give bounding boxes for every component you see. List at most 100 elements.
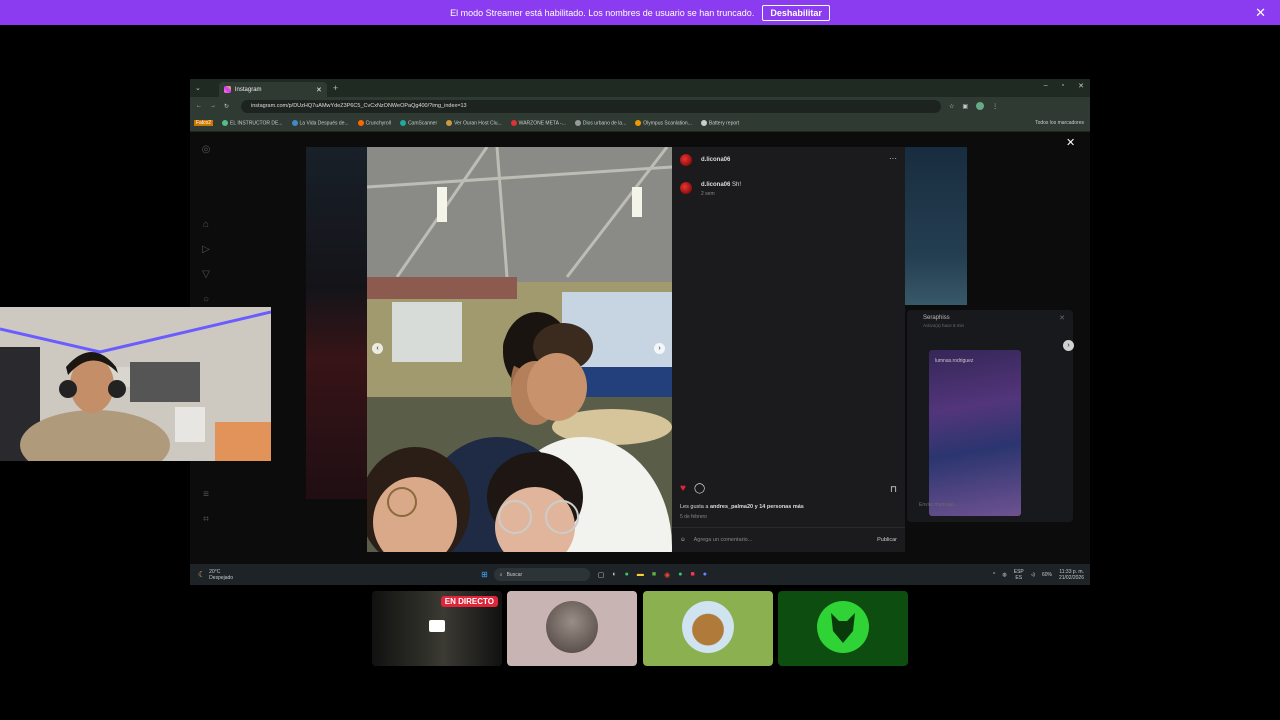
url-field[interactable]: instagram.com/p/DUzHQ7uAMwYdeZ3P6C5_CvCx… [241,99,942,113]
post-username[interactable]: d.licona06 [701,157,730,163]
bookmark-item[interactable]: Ver Ouran Host Clu... [446,119,502,126]
caption-username[interactable]: d.licona06 [701,182,730,188]
task-view-icon[interactable]: ▢ [598,571,605,579]
close-icon[interactable]: ✕ [1255,5,1266,21]
disable-streamer-mode-button[interactable]: Deshabilitar [762,4,830,21]
tray-chevron-icon[interactable]: ^ [993,572,995,578]
dm-name[interactable]: Seraphiss [923,315,950,321]
post-date: 5 de febrero [680,514,707,520]
post-header: d.licona06 [680,154,730,166]
shared-user: lumnas.rodriguez [935,358,974,364]
send-icon[interactable]: ▽ [202,269,210,280]
menu-icon[interactable]: ⋮ [992,103,998,110]
maximize-icon[interactable]: ▫ [1062,82,1064,90]
participant-tile-user2[interactable] [507,591,637,666]
shared-screen: ⌄ Instagram ✕ + – ▫ ✕ ← → ↻ instagram.co… [190,79,1090,585]
avatar[interactable] [680,182,692,194]
music-icon[interactable]: ■ [690,571,694,579]
spotify-icon[interactable]: ● [678,571,682,579]
publish-button[interactable]: Publicar [877,537,897,543]
participant-tile-user4[interactable] [778,591,908,666]
weather-widget[interactable]: ☾ 20°C Despejado [198,569,233,581]
bookmark-item[interactable]: Dios urbano de la... [574,119,626,126]
whatsapp-icon[interactable]: ● [625,571,629,579]
selfie-photo [367,147,672,552]
reels-icon[interactable]: ▷ [202,244,210,255]
like-heart-icon[interactable]: ♥ [680,483,686,494]
tab-search-icon[interactable]: ⌄ [195,84,201,92]
forward-icon[interactable]: → [210,103,216,109]
meta-icon[interactable]: ⌗ [203,514,209,525]
minimize-icon[interactable]: – [1044,82,1048,90]
comment-icon[interactable]: ◯ [694,483,705,494]
window-controls: – ▫ ✕ [1044,82,1084,90]
avatar [546,601,598,653]
post-prev-icon[interactable]: ‹ [372,343,383,354]
post-side-panel: d.licona06 ··· d.licona06 Sh! 2 sem ♥ ◯ … [672,147,905,552]
bookmark-item[interactable]: La Vida Después de... [291,119,349,126]
system-tray: ^ ◍ ESP ES ◃) 60% 11:33 p. m. 21/02/2026 [993,569,1084,581]
bookmark-item[interactable]: WARZONE META -... [510,119,566,126]
emoji-icon[interactable]: ☺ [680,537,686,543]
more-options-icon[interactable]: ··· [889,154,897,163]
all-bookmarks[interactable]: Todos los marcadores [1035,120,1084,126]
bookmark-item[interactable]: CamScanner [399,119,437,126]
volume-icon[interactable]: ◃) [1031,572,1035,578]
reload-icon[interactable]: ↻ [224,103,229,110]
language-indicator[interactable]: ESP ES [1014,569,1024,581]
save-bookmark-icon[interactable]: ⊓ [890,484,897,495]
taskbar-search[interactable]: ⌕ Buscar [493,568,590,581]
bookmark-item[interactable]: Crunchyroll [357,119,391,126]
home-icon[interactable]: ⌂ [203,219,209,230]
tray-icon[interactable]: ◍ [1002,572,1006,578]
participant-tile-user3[interactable] [643,591,773,666]
close-post-icon[interactable]: ✕ [1066,136,1075,149]
next-post-icon[interactable]: › [1063,340,1074,351]
dm-status: Activo(a) hace 8 min [923,323,965,328]
discord-icon[interactable]: ● [703,571,707,579]
bookmark-star-icon[interactable]: ☆ [949,103,954,110]
extensions-icon[interactable]: ▣ [962,103,968,110]
bookmark-item[interactable]: Falco2 [194,120,214,126]
minecraft-icon[interactable]: ■ [652,571,656,579]
action-bar: ♥ ◯ [680,483,705,494]
clock[interactable]: 11:33 p. m. 21/02/2026 [1059,569,1084,581]
instagram-logo-icon[interactable]: ◎ [202,144,211,155]
post-image: ‹ › [367,147,672,552]
close-window-icon[interactable]: ✕ [1078,82,1084,90]
profile-icon[interactable] [976,102,985,110]
caption-row: d.licona06 Sh! 2 sem [680,182,741,197]
chrome-icon[interactable]: ◉ [664,571,670,579]
avatar[interactable] [680,154,692,166]
close-tab-icon[interactable]: ✕ [316,86,322,94]
dm-message-input[interactable]: Enviar mensaje... [919,502,1069,508]
post-next-icon[interactable]: › [654,343,665,354]
search-icon: ⌕ [499,571,503,578]
copilot-icon[interactable]: ◐ [612,571,616,579]
participant-tile-stream[interactable]: EN DIRECTO [372,591,502,666]
battery-level[interactable]: 60% [1042,572,1052,578]
instagram-favicon-icon [223,86,231,93]
comment-input[interactable]: Agrega un comentario... [694,537,870,543]
more-menu-icon[interactable]: ≡ [203,489,209,500]
wolf-icon [831,613,855,643]
webcam-feed [0,307,271,461]
pinned-apps: ▢ ◐ ● ▬ ■ ◉ ● ■ ● [598,571,707,579]
streamer-mode-banner: El modo Streamer está habilitado. Los no… [0,0,1280,25]
bookmark-item[interactable]: Battery report [700,119,739,126]
next-post-preview [905,147,967,305]
weather-desc: Despejado [209,574,234,581]
windows-start-icon[interactable]: ⊞ [481,570,488,579]
bookmark-item[interactable]: Olympus Scanlation... [635,119,692,126]
search-icon[interactable]: ○ [203,294,209,305]
new-tab-button[interactable]: + [333,83,338,93]
comment-bar: ☺ Agrega un comentario... Publicar [672,527,905,552]
shared-reel[interactable]: lumnas.rodriguez [929,350,1021,516]
prev-post-preview [306,147,367,499]
browser-tab-instagram[interactable]: Instagram ✕ [218,82,327,97]
dm-close-icon[interactable]: ✕ [1059,314,1065,322]
back-icon[interactable]: ← [196,103,202,109]
likes-user[interactable]: andres_palma20 [710,504,753,510]
file-explorer-icon[interactable]: ▬ [637,571,644,579]
bookmark-item[interactable]: EL INSTRUCTOR DE... [222,119,283,126]
